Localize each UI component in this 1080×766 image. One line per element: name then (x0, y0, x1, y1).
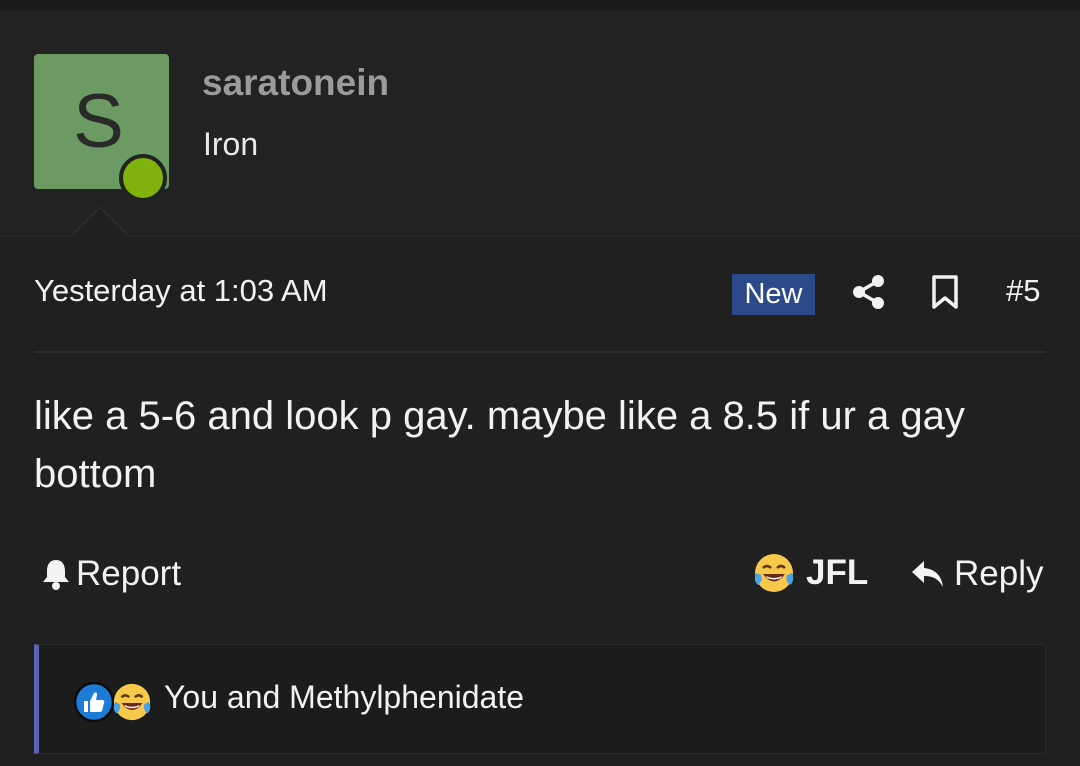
reply-button[interactable]: Reply (910, 552, 1043, 596)
laugh-cry-icon (113, 683, 151, 721)
bookmark-icon[interactable] (930, 274, 960, 310)
bell-icon (43, 560, 69, 590)
divider (34, 351, 1046, 353)
message-arrow-fill (72, 209, 128, 237)
report-label: Report (76, 554, 182, 593)
online-status-indicator (119, 154, 167, 202)
user-title: Iron (203, 126, 259, 162)
reaction-button[interactable]: JFL (752, 550, 868, 596)
report-button[interactable]: Report (40, 552, 181, 596)
share-icon[interactable] (852, 274, 886, 310)
post-author-header: S saratonein Iron (0, 10, 1080, 237)
laugh-cry-icon (754, 554, 794, 592)
post-date[interactable]: Yesterday at 1:03 AM (34, 273, 328, 309)
reactions-summary[interactable]: You and Methylphenidate (34, 644, 1046, 754)
username[interactable]: saratonein (202, 62, 389, 104)
new-badge: New (732, 274, 815, 315)
post-number-link[interactable]: #5 (1006, 273, 1040, 309)
like-icon (73, 681, 115, 723)
top-border (0, 0, 1080, 10)
reply-label: Reply (954, 554, 1044, 593)
post-message: like a 5-6 and look p gay. maybe like a … (34, 394, 965, 496)
reaction-icons (73, 681, 157, 723)
reply-icon (912, 561, 943, 587)
reaction-label: JFL (806, 553, 869, 592)
reaction-users-text[interactable]: You and Methylphenidate (164, 679, 524, 716)
